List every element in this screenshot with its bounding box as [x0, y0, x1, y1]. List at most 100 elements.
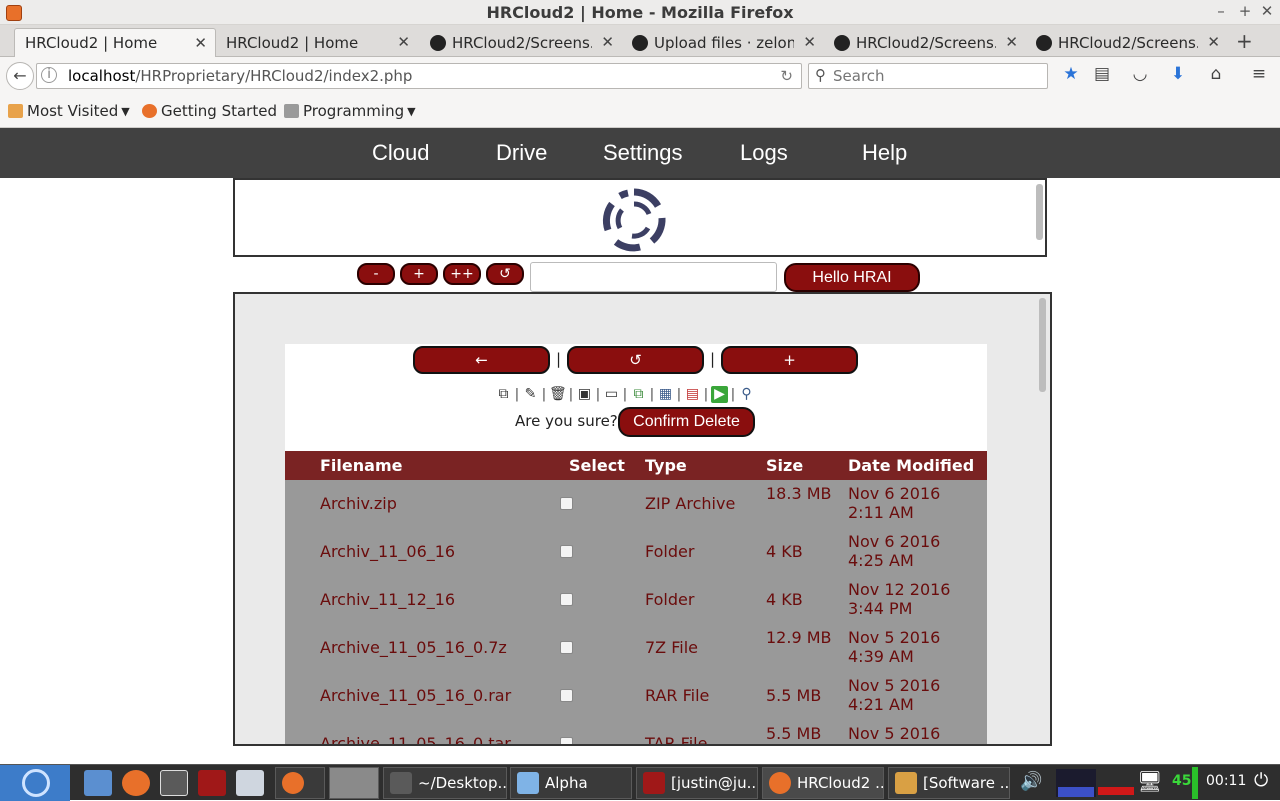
select-checkbox[interactable] [560, 689, 573, 702]
search-input[interactable] [833, 66, 1043, 86]
window-launcher-icon[interactable] [236, 770, 264, 796]
search-box[interactable]: ⚲ [808, 63, 1048, 89]
select-checkbox[interactable] [560, 545, 573, 558]
nav-settings[interactable]: Settings [603, 140, 683, 166]
header-filename[interactable]: Filename [320, 456, 402, 475]
header-type[interactable]: Type [645, 456, 687, 475]
pocket-icon[interactable]: ◡ [1129, 64, 1151, 86]
file-name[interactable]: Archiv_11_06_16 [320, 542, 455, 561]
nav-logs[interactable]: Logs [740, 140, 788, 166]
firefox-launcher-icon[interactable] [122, 770, 150, 796]
table-row[interactable]: Archiv_11_12_16 Folder 4 KB Nov 12 2016 … [285, 576, 987, 624]
file-name[interactable]: Archiv.zip [320, 494, 397, 513]
tab-close-icon[interactable]: ✕ [803, 33, 816, 51]
zoom-in-button[interactable]: + [400, 263, 438, 285]
copy-icon[interactable]: ⧉ [495, 386, 512, 403]
power-icon[interactable]: ⏻ [1254, 770, 1268, 791]
delete-icon[interactable]: 🗑 [549, 386, 567, 403]
tab-close-icon[interactable]: ✕ [1005, 33, 1018, 51]
menu-icon[interactable]: ≡ [1248, 64, 1270, 86]
home-icon[interactable]: ⌂ [1205, 64, 1227, 86]
select-checkbox[interactable] [560, 641, 573, 654]
pdf-icon[interactable]: ▤ [684, 386, 701, 403]
new-tab-icon[interactable]: + [1236, 29, 1253, 53]
tab-hrcloud-home-2[interactable]: HRCloud2 | Home ✕ [216, 28, 418, 57]
file-name[interactable]: Archiv_11_12_16 [320, 590, 455, 609]
header-size[interactable]: Size [766, 456, 803, 475]
folder-icon[interactable]: ▭ [603, 386, 620, 403]
taskbar-item-terminal[interactable]: [justin@ju... [636, 767, 758, 799]
header-select[interactable]: Select [569, 456, 625, 475]
header-date-modified[interactable]: Date Modified [848, 456, 974, 475]
taskbar-item-desktop[interactable]: ~/Desktop... [383, 767, 507, 799]
confirm-delete-button[interactable]: Confirm Delete [618, 407, 755, 437]
reset-button[interactable]: ↺ [486, 263, 524, 285]
drive-frame-scrollbar[interactable] [1039, 298, 1046, 392]
tab-github-upload[interactable]: Upload files · zelon... ✕ [622, 28, 824, 57]
bookmark-most-visited[interactable]: Most Visited ▼ [8, 102, 130, 120]
select-checkbox[interactable] [560, 497, 573, 510]
hrai-input[interactable] [530, 262, 777, 292]
url-bar[interactable]: i localhost/HRProprietary/HRCloud2/index… [36, 63, 802, 89]
image-icon[interactable]: ▦ [657, 386, 674, 403]
duplicate-icon[interactable]: ⧉ [630, 386, 647, 403]
info-icon[interactable]: i [41, 67, 57, 83]
table-row[interactable]: Archive_11_05_16_0.7z 7Z File 12.9 MB No… [285, 624, 987, 672]
volume-icon[interactable]: 🔊 [1020, 771, 1042, 792]
tab-close-icon[interactable]: ✕ [397, 33, 410, 51]
url-text: localhost/HRProprietary/HRCloud2/index2.… [68, 67, 412, 85]
close-window-icon[interactable]: ✕ [1258, 2, 1276, 20]
tab-github-screens-2[interactable]: HRCloud2/Screens... ✕ [824, 28, 1026, 57]
file-manager-launcher-icon[interactable] [84, 770, 112, 796]
tab-close-icon[interactable]: ✕ [1207, 33, 1220, 51]
play-icon[interactable]: ▶ [711, 385, 728, 403]
tab-hrcloud-home-1[interactable]: HRCloud2 | Home ✕ [14, 28, 216, 57]
file-name[interactable]: Archive_11_05_16_0.7z [320, 638, 507, 657]
terminal-launcher-icon[interactable] [198, 770, 226, 796]
file-name[interactable]: Archive_11_05_16_0.rar [320, 686, 511, 705]
nav-help[interactable]: Help [862, 140, 907, 166]
sublime-launcher-icon[interactable] [160, 770, 188, 796]
table-row[interactable]: Archiv.zip ZIP Archive 18.3 MB Nov 6 201… [285, 480, 987, 528]
zoom-out-button[interactable]: - [357, 263, 395, 285]
bookmark-getting-started[interactable]: Getting Started [142, 102, 277, 120]
clock[interactable]: 00:11 [1206, 773, 1246, 789]
table-row[interactable]: Archiv_11_06_16 Folder 4 KB Nov 6 2016 4… [285, 528, 987, 576]
archive-icon[interactable]: ▣ [576, 386, 593, 403]
table-row[interactable]: Archive_11_05_16_0.rar RAR File 5.5 MB N… [285, 672, 987, 720]
reload-icon[interactable]: ↻ [780, 67, 793, 85]
select-checkbox[interactable] [560, 737, 573, 744]
taskbar-item-firefox-small[interactable] [275, 767, 325, 799]
downloads-icon[interactable]: ⬇ [1167, 64, 1189, 86]
reading-list-icon[interactable]: ▤ [1091, 64, 1113, 86]
refresh-button[interactable]: ↺ [567, 346, 704, 374]
taskbar-item-alpha[interactable]: Alpha [510, 767, 632, 799]
taskbar-item-blank[interactable] [329, 767, 379, 799]
search-icon[interactable]: ⚲ [738, 386, 755, 403]
file-name[interactable]: Archive_11_05_16_0.tar [320, 734, 511, 744]
network-icon[interactable]: 🖥 [1137, 769, 1162, 793]
taskbar-item-software[interactable]: [Software ... [888, 767, 1010, 799]
start-menu-button[interactable] [0, 765, 70, 801]
add-button[interactable]: + [721, 346, 858, 374]
bookmark-star-icon[interactable]: ★ [1060, 64, 1082, 86]
rename-icon[interactable]: ✎ [522, 386, 539, 403]
minimize-icon[interactable]: – [1212, 2, 1230, 20]
back-arrow-icon[interactable]: ← [6, 62, 34, 90]
tab-close-icon[interactable]: ✕ [194, 34, 207, 52]
maximize-icon[interactable]: + [1236, 2, 1254, 20]
bookmark-programming[interactable]: Programming ▼ [284, 102, 416, 120]
hello-hrai-button[interactable]: Hello HRAI [784, 263, 920, 292]
tab-github-screens-3[interactable]: HRCloud2/Screens... ✕ [1026, 28, 1228, 57]
nav-cloud[interactable]: Cloud [372, 140, 429, 166]
file-size: 12.9 MB [766, 628, 832, 647]
nav-drive[interactable]: Drive [496, 140, 547, 166]
zoom-in-more-button[interactable]: ++ [443, 263, 481, 285]
tab-github-screens-1[interactable]: HRCloud2/Screens... ✕ [420, 28, 622, 57]
select-checkbox[interactable] [560, 593, 573, 606]
tab-close-icon[interactable]: ✕ [601, 33, 614, 51]
logo-frame-scrollbar[interactable] [1036, 184, 1043, 240]
taskbar-item-hrcloud[interactable]: HRCloud2 ... [762, 767, 884, 799]
back-button[interactable]: ← [413, 346, 550, 374]
table-row[interactable]: Archive_11_05_16_0.tar TAR File 5.5 MB N… [285, 720, 987, 744]
